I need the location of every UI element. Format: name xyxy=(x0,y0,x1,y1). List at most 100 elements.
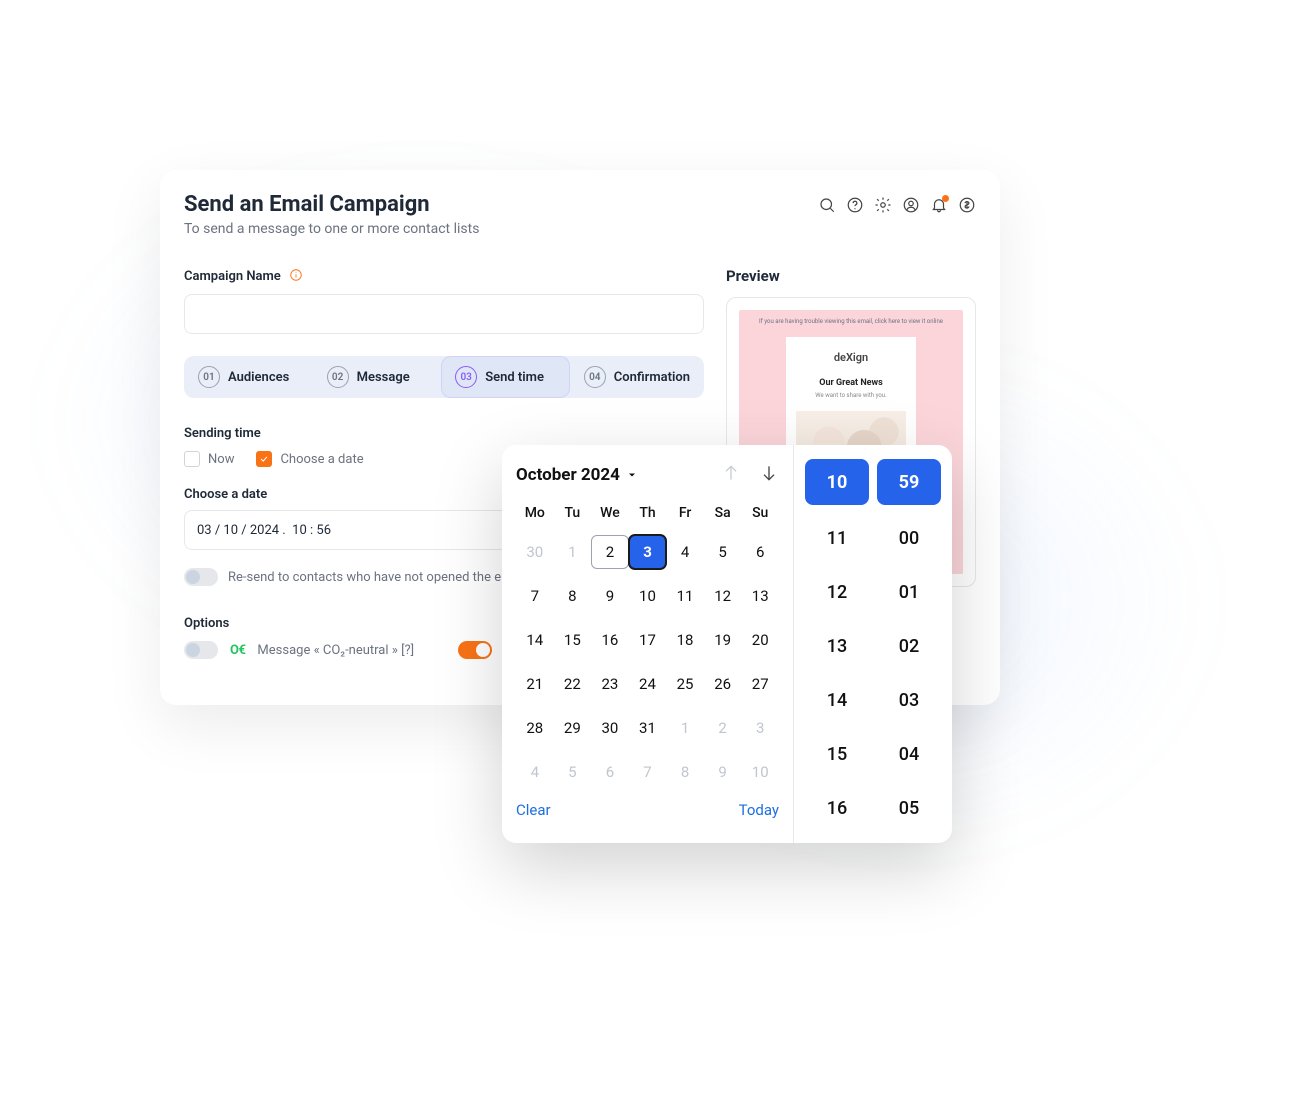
preview-brand: deXign xyxy=(834,351,868,364)
hours-column[interactable]: 10 11 12 13 14 15 16 xyxy=(805,459,869,829)
day-of-week-header: Mo xyxy=(516,505,554,525)
calendar-day: 6 xyxy=(591,755,629,789)
calendar-day[interactable]: 17 xyxy=(629,623,667,657)
calendar-day: 3 xyxy=(741,711,779,745)
calendar-day[interactable]: 28 xyxy=(516,711,554,745)
step-confirmation[interactable]: 04 Confirmation xyxy=(570,356,704,398)
hour-option[interactable]: 10 xyxy=(805,459,869,505)
calendar-day[interactable]: 24 xyxy=(629,667,667,701)
calendar-day: 30 xyxy=(516,535,554,569)
activate-stats-toggle[interactable] xyxy=(458,641,492,659)
step-number: 01 xyxy=(198,366,220,388)
calendar-day[interactable]: 2 xyxy=(591,535,629,569)
calendar-day[interactable]: 12 xyxy=(704,579,742,613)
calendar-day[interactable]: 10 xyxy=(629,579,667,613)
preview-headline: Our Great News xyxy=(819,378,883,388)
clear-button[interactable]: Clear xyxy=(516,801,551,819)
calendar-day[interactable]: 9 xyxy=(591,579,629,613)
calendar-day: 1 xyxy=(666,711,704,745)
calendar-day[interactable]: 11 xyxy=(666,579,704,613)
calendar-day[interactable]: 14 xyxy=(516,623,554,657)
option-now[interactable]: Now xyxy=(184,451,234,467)
co2-text: Message « CO₂-neutral » [?] xyxy=(257,643,414,658)
help-icon[interactable] xyxy=(846,196,864,218)
minute-option[interactable]: 00 xyxy=(877,517,941,559)
minute-option[interactable]: 02 xyxy=(877,625,941,667)
option-choose-label: Choose a date xyxy=(280,452,363,467)
preview-subtext: We want to share with you. xyxy=(815,392,886,399)
hour-option[interactable]: 16 xyxy=(805,787,869,829)
resend-toggle[interactable] xyxy=(184,568,218,586)
hour-option[interactable]: 12 xyxy=(805,571,869,613)
calendar-day[interactable]: 6 xyxy=(741,535,779,569)
sending-time-label: Sending time xyxy=(184,426,704,441)
minute-option[interactable]: 04 xyxy=(877,733,941,775)
day-of-week-header: We xyxy=(591,505,629,525)
hour-option[interactable]: 15 xyxy=(805,733,869,775)
calendar-day[interactable]: 18 xyxy=(666,623,704,657)
billing-icon[interactable] xyxy=(958,196,976,218)
minute-option[interactable]: 03 xyxy=(877,679,941,721)
calendar-day[interactable]: 23 xyxy=(591,667,629,701)
calendar-day[interactable]: 29 xyxy=(554,711,592,745)
month-selector[interactable]: October 2024 xyxy=(516,465,638,485)
option-choose-date[interactable]: Choose a date xyxy=(256,451,363,467)
campaign-name-label: Campaign Name xyxy=(184,269,281,284)
step-message[interactable]: 02Message xyxy=(313,356,442,398)
calendar-day[interactable]: 3 xyxy=(629,535,667,569)
calendar-day[interactable]: 5 xyxy=(704,535,742,569)
co2-badge: O€ xyxy=(230,643,245,658)
day-of-week-header: Th xyxy=(629,505,667,525)
checkbox-choose[interactable] xyxy=(256,451,272,467)
search-icon[interactable] xyxy=(818,196,836,218)
next-month-button[interactable] xyxy=(759,463,779,487)
minutes-column[interactable]: 59 00 01 02 03 04 05 xyxy=(877,459,941,829)
day-of-week-header: Fr xyxy=(666,505,704,525)
calendar-day: 2 xyxy=(704,711,742,745)
chevron-down-icon xyxy=(626,469,638,481)
calendar-day[interactable]: 7 xyxy=(516,579,554,613)
hour-option[interactable]: 14 xyxy=(805,679,869,721)
calendar-day[interactable]: 25 xyxy=(666,667,704,701)
day-of-week-header: Su xyxy=(741,505,779,525)
checkbox-now[interactable] xyxy=(184,451,200,467)
hour-option[interactable]: 11 xyxy=(805,517,869,559)
step-label: Audiences xyxy=(228,370,289,385)
calendar-day[interactable]: 16 xyxy=(591,623,629,657)
step-number: 03 xyxy=(455,366,477,388)
step-send-time[interactable]: 03Send time xyxy=(441,356,570,398)
step-label: Confirmation xyxy=(614,370,690,385)
calendar-day[interactable]: 31 xyxy=(629,711,667,745)
calendar-day[interactable]: 27 xyxy=(741,667,779,701)
campaign-name-input[interactable] xyxy=(184,294,704,334)
prev-month-button[interactable] xyxy=(721,463,741,487)
calendar-day[interactable]: 13 xyxy=(741,579,779,613)
today-button[interactable]: Today xyxy=(739,801,779,819)
user-icon[interactable] xyxy=(902,196,920,218)
calendar-day[interactable]: 8 xyxy=(554,579,592,613)
minute-option[interactable]: 59 xyxy=(877,459,941,505)
day-of-week-header: Sa xyxy=(704,505,742,525)
calendar-day[interactable]: 4 xyxy=(666,535,704,569)
calendar-day[interactable]: 21 xyxy=(516,667,554,701)
calendar-day[interactable]: 15 xyxy=(554,623,592,657)
calendar-day[interactable]: 22 xyxy=(554,667,592,701)
wizard-steps: 01 Audiences 02Message03Send time 04 Confirm… xyxy=(184,356,704,398)
info-icon[interactable] xyxy=(289,267,303,286)
calendar-day: 4 xyxy=(516,755,554,789)
calendar-panel: October 2024 MoTuWeThFrSaSu3012345678910… xyxy=(502,445,794,843)
step-audiences[interactable]: 01 Audiences xyxy=(184,356,313,398)
calendar-day: 5 xyxy=(554,755,592,789)
hour-option[interactable]: 13 xyxy=(805,625,869,667)
minute-option[interactable]: 01 xyxy=(877,571,941,613)
gear-icon[interactable] xyxy=(874,196,892,218)
calendar-day[interactable]: 20 xyxy=(741,623,779,657)
minute-option[interactable]: 05 xyxy=(877,787,941,829)
calendar-day[interactable]: 26 xyxy=(704,667,742,701)
co2-toggle[interactable] xyxy=(184,641,218,659)
bell-icon[interactable] xyxy=(930,196,948,218)
step-number: 04 xyxy=(584,366,606,388)
calendar-day[interactable]: 19 xyxy=(704,623,742,657)
calendar-grid: MoTuWeThFrSaSu30123456789101112131415161… xyxy=(516,505,779,789)
calendar-day[interactable]: 30 xyxy=(591,711,629,745)
